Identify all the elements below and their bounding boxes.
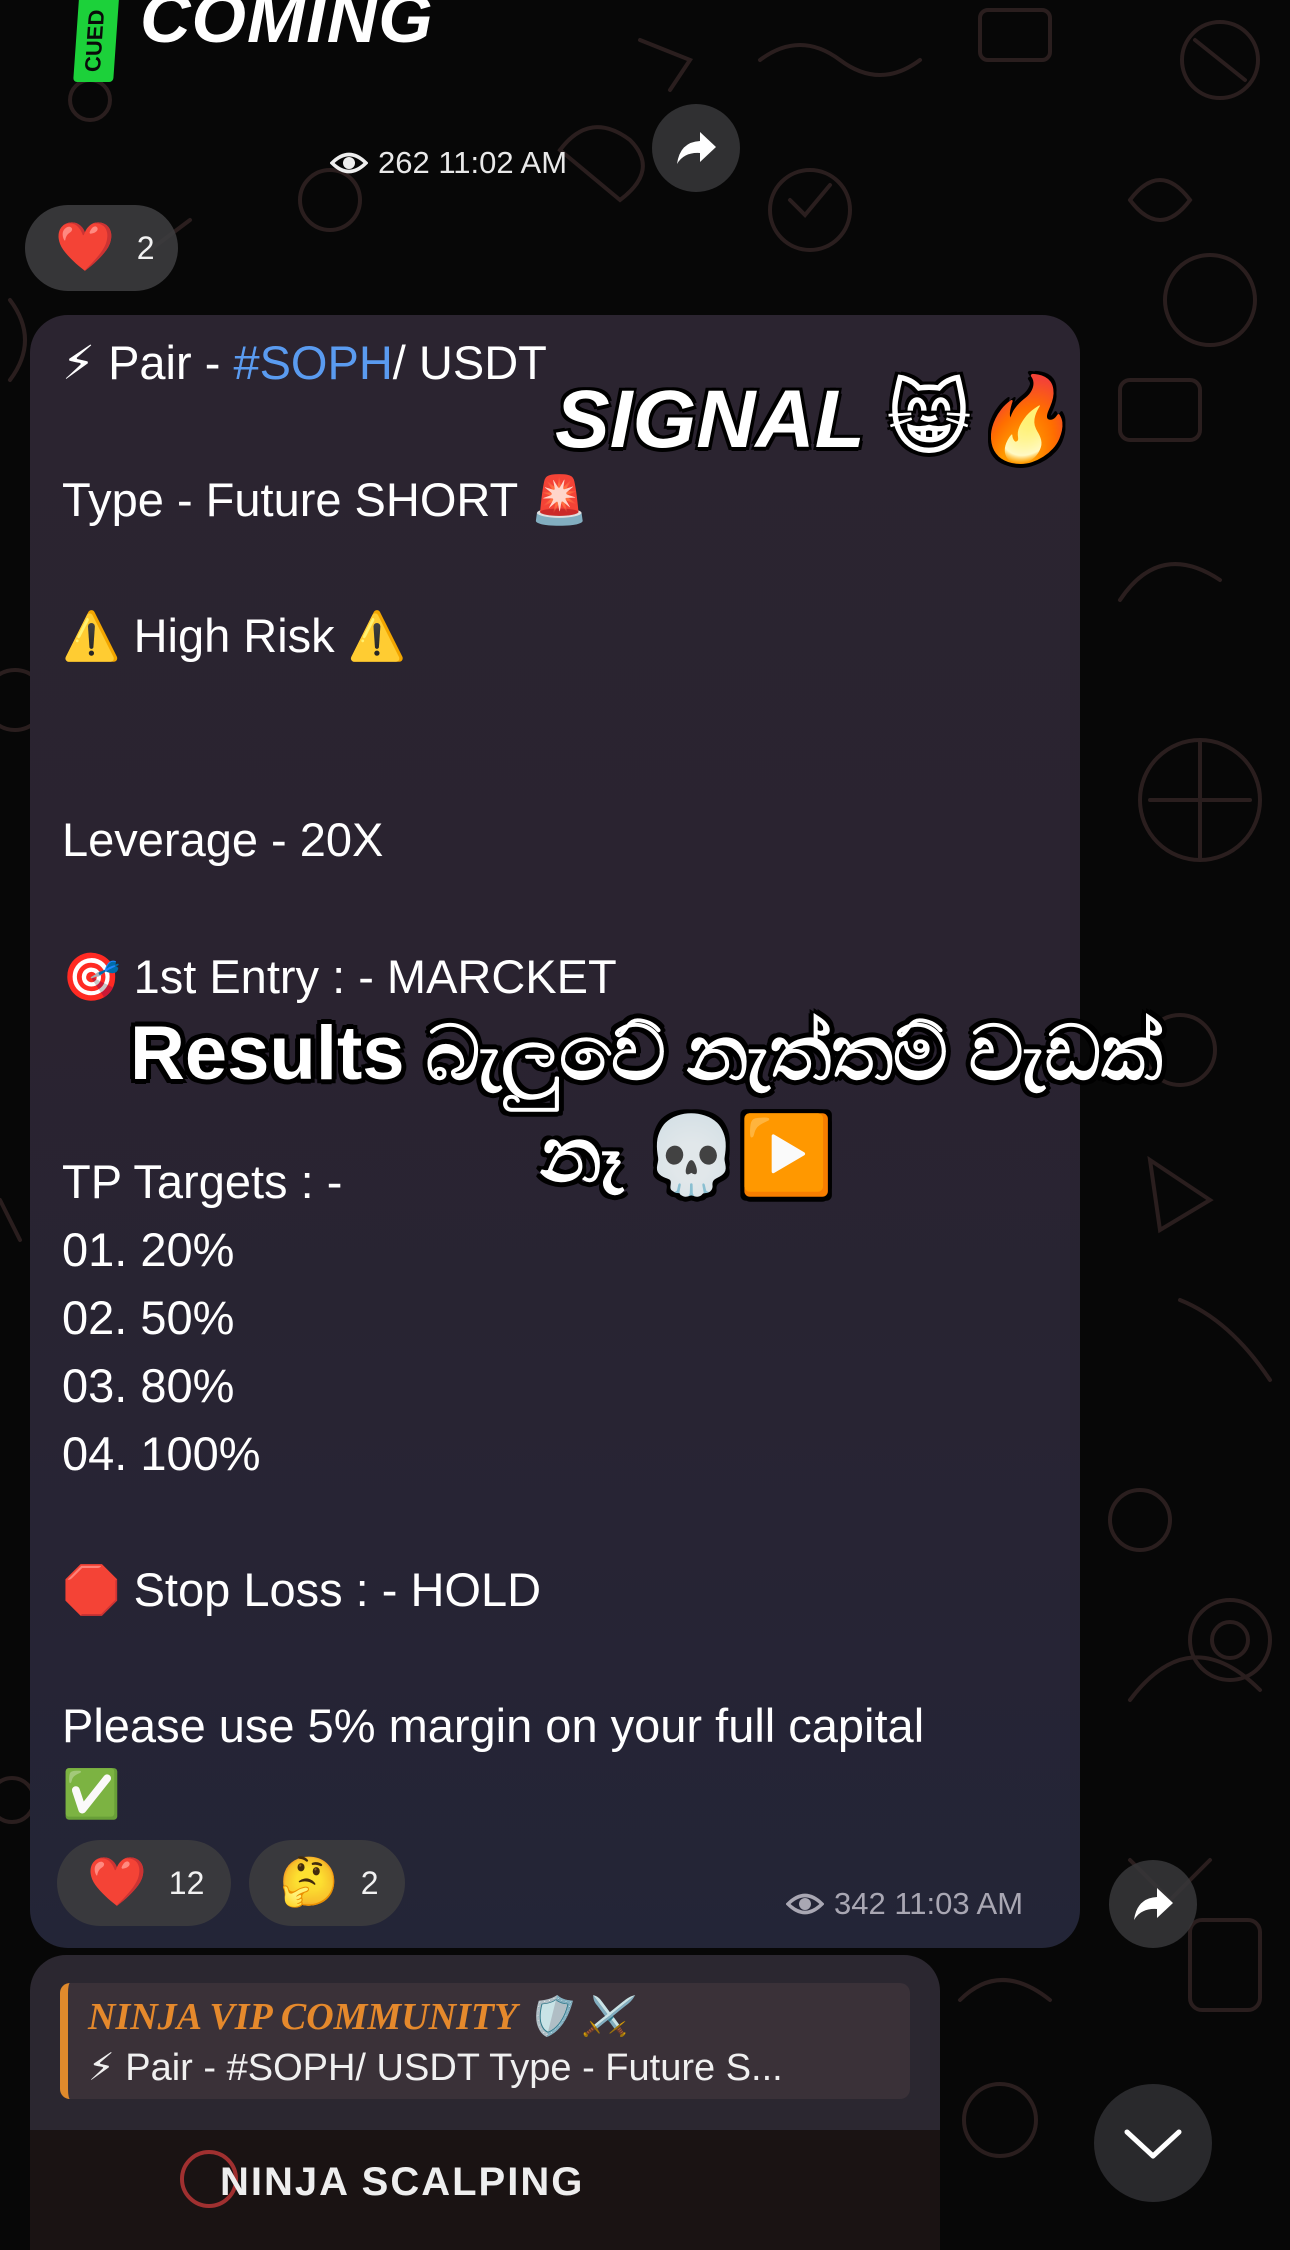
reply-preview-text: ⚡ Pair - #SOPH/ USDT Type - Future S... <box>88 2047 783 2089</box>
message-meta: 342 11:03 AM <box>786 1886 1023 1922</box>
reaction-count: 12 <box>168 1864 205 1901</box>
tp-target-4: 04. 100% <box>62 1427 261 1480</box>
tp-target-3: 03. 80% <box>62 1359 235 1412</box>
tp-target-1: 01. 20% <box>62 1223 235 1276</box>
type-line: Type - Future SHORT 🚨 <box>62 473 589 526</box>
forward-button-previous[interactable] <box>652 104 740 192</box>
eye-icon <box>330 152 368 174</box>
sticker-tag: CUED <box>73 0 119 82</box>
pair-prefix: Pair - <box>95 336 234 389</box>
stop-loss-line: 🛑 Stop Loss : - HOLD <box>62 1563 542 1616</box>
heart-icon: ❤️ <box>55 221 115 274</box>
previous-time: 11:02 AM <box>438 145 568 180</box>
thinking-face-icon: 🤔 <box>279 1856 339 1909</box>
soph-hashtag-link[interactable]: #SOPH <box>233 336 392 389</box>
risk-line: ⚠️ High Risk ⚠️ <box>62 609 407 662</box>
pair-suffix: / USDT <box>392 336 547 389</box>
eye-icon <box>786 1893 824 1915</box>
heart-icon: ❤️ <box>87 1856 147 1909</box>
reply-image-text: NINJA SCALPING <box>220 2160 585 2204</box>
reaction-count: 2 <box>136 229 155 266</box>
scroll-down-button[interactable] <box>1094 2084 1212 2202</box>
reply-channel-title: NINJA VIP COMMUNITY 🛡️ ⚔️ <box>88 1996 630 2038</box>
message-time: 11:03 AM <box>894 1886 1024 1921</box>
reaction-heart[interactable]: ❤️ 12 <box>57 1840 231 1926</box>
entry-line: 🎯 1st Entry : - MARCKET <box>62 950 617 1003</box>
forward-button[interactable] <box>1109 1860 1197 1948</box>
previous-message-meta: 262 11:02 AM <box>330 145 567 181</box>
sticker-title: COMING <box>140 0 434 57</box>
previous-views: 262 <box>378 145 430 180</box>
reply-quote[interactable]: NINJA VIP COMMUNITY 🛡️ ⚔️ ⚡ Pair - #SOPH… <box>60 1983 910 2099</box>
tp-targets-heading: TP Targets : - <box>62 1155 343 1208</box>
reaction-count: 2 <box>360 1864 379 1901</box>
chevron-down-icon <box>1124 2129 1182 2159</box>
reaction-thinking[interactable]: 🤔 2 <box>249 1840 405 1926</box>
overlay-signal-caption: SIGNAL 😸🔥 <box>554 373 1076 467</box>
overlay-results-caption-line2: නෑ 💀▶️ <box>540 1113 834 1198</box>
previous-image-sticker[interactable]: CUED COMING <box>70 0 433 85</box>
sticker-tag-text: CUED <box>79 9 110 72</box>
tp-target-2: 02. 50% <box>62 1291 235 1344</box>
forward-icon <box>677 132 716 164</box>
margin-line: Please use 5% margin on your full capita… <box>62 1699 925 1752</box>
message-views: 342 <box>834 1886 886 1921</box>
reply-message-card[interactable]: NINJA VIP COMMUNITY 🛡️ ⚔️ ⚡ Pair - #SOPH… <box>30 1955 940 2250</box>
overlay-results-caption: Results බැලුවේ නැත්තම් වැඩක් <box>130 1011 1163 1096</box>
lightning-icon: ⚡ <box>62 336 96 389</box>
previous-reaction-heart[interactable]: ❤️ 2 <box>25 205 178 291</box>
leverage-line: Leverage - 20X <box>62 813 384 866</box>
check-mark: ✅ <box>62 1767 121 1820</box>
pair-line: ⚡ Pair - #SOPH/ USDT <box>62 335 547 391</box>
forward-icon <box>1134 1888 1173 1920</box>
reply-image[interactable]: NINJA SCALPING <box>30 2130 940 2250</box>
